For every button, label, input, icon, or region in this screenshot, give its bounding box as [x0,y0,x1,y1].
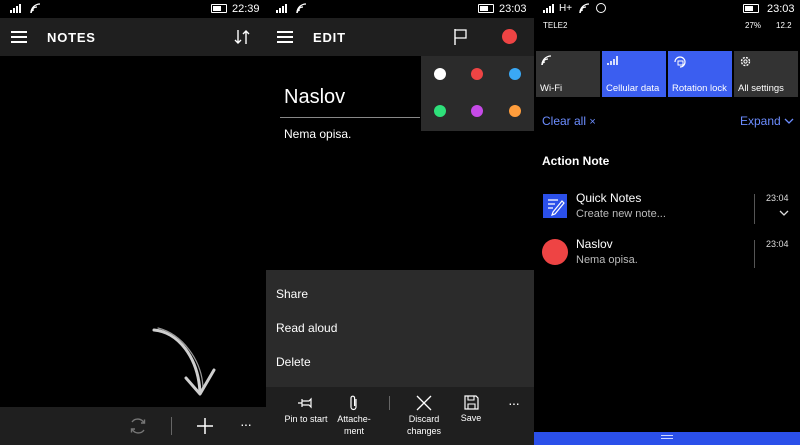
tile-all-settings[interactable]: All settings [734,51,798,97]
hamburger-icon[interactable] [11,31,27,43]
tile-label: Rotation lock [672,83,727,94]
wifi-icon [296,3,307,14]
pin-to-start-label: Pin to start [284,414,328,424]
action-center: H+ 23:03 TELE2 27% 12.2 Wi-Fi Cellular d… [534,0,800,445]
status-bar: H+ 23:03 TELE2 27% 12.2 [534,0,800,36]
gear-icon [740,56,751,67]
color-swatch-red[interactable] [471,68,483,80]
color-swatch-purple[interactable] [471,105,483,117]
app-bar: ··· [0,407,266,445]
edit-screen: 23:03 EDIT Naslov Nema opisa. Share Read… [266,0,534,445]
close-icon: × [589,116,596,128]
command-bar: Pin to start Attache- ment Discard chang… [266,387,534,445]
note-body[interactable]: Nema opisa. [284,127,351,141]
color-swatch-orange[interactable] [509,105,521,117]
status-time: 23:03 [767,3,795,15]
cellular-icon [607,56,618,65]
battery-icon [743,4,759,13]
menu-item-delete[interactable]: Delete [276,355,311,369]
paperclip-icon [350,395,357,411]
close-icon [416,395,432,411]
color-swatch-white[interactable] [434,68,446,80]
tile-cellular-data[interactable]: Cellular data [602,51,666,97]
rotation-lock-icon [674,56,686,68]
divider [754,194,755,224]
menu-item-read-aloud[interactable]: Read aloud [276,321,337,335]
tile-wifi[interactable]: Wi-Fi [536,51,600,97]
pin-to-start-button[interactable]: Pin to start [280,395,332,425]
page-title: EDIT [313,30,346,45]
chevron-down-icon[interactable] [779,210,789,217]
tile-label: All settings [738,83,784,94]
ellipsis-icon[interactable]: ··· [240,416,252,432]
status-bar: 22:39 [0,0,266,18]
status-bar: 23:03 [266,0,534,18]
tile-label: Wi-Fi [540,83,563,94]
quick-notes-icon [543,194,567,218]
sync-icon[interactable] [128,416,148,436]
network-type: H+ [559,3,573,14]
divider [389,396,390,410]
chevron-down-icon [784,118,794,124]
note-title[interactable]: Naslov [284,86,345,109]
expand-button[interactable]: Expand [740,114,794,128]
clear-all-label: Clear all [542,114,587,128]
curved-arrow-icon [152,327,216,396]
attachment-label: Attache- ment [337,414,371,436]
flag-icon[interactable] [453,28,469,46]
color-swatch-green[interactable] [434,105,446,117]
signal-icon [10,4,21,13]
menu-item-share[interactable]: Share [276,287,308,301]
discard-changes-button[interactable]: Discard changes [400,395,448,437]
notification-subtitle: Nema opisa. [576,254,638,266]
divider [754,240,755,268]
divider [171,417,172,435]
location-icon [596,3,606,13]
grip-icon [661,435,673,436]
battery-icon [478,4,494,13]
notification-title: Quick Notes [576,191,642,205]
expand-label: Expand [740,114,781,128]
save-button[interactable]: Save [452,395,490,424]
signal-icon [276,4,287,13]
tile-rotation-lock[interactable]: Rotation lock [668,51,732,97]
title-underline [280,117,420,118]
notification-time: 23:04 [766,193,789,203]
title-bar: NOTES [0,18,266,56]
action-center-handle[interactable] [534,432,800,445]
notification-time: 23:04 [766,239,789,249]
clear-all-button[interactable]: Clear all × [542,114,596,128]
save-icon [463,395,479,410]
ellipsis-icon[interactable]: ··· [508,395,520,411]
carrier-name: TELE2 [543,21,568,30]
hamburger-icon[interactable] [277,31,293,43]
red-dot-icon [542,239,568,265]
plus-icon[interactable] [195,416,215,436]
sort-icon[interactable] [233,28,251,46]
title-bar: EDIT [266,18,534,56]
attachment-button[interactable]: Attache- ment [332,395,376,437]
save-label: Save [460,413,482,423]
notification-group-title: Action Note [542,154,610,168]
wifi-icon [541,55,552,66]
status-date: 12.2 [776,21,792,30]
notification-subtitle: Create new note... [576,208,666,220]
battery-percent: 27% [745,21,762,30]
discard-changes-label: Discard changes [406,414,442,436]
status-time: 23:03 [499,3,527,15]
battery-icon [211,4,227,13]
signal-icon [543,4,554,13]
wifi-icon [579,3,590,14]
wifi-icon [30,3,41,14]
color-palette [421,56,534,131]
context-menu: Share Read aloud Delete [266,270,534,387]
color-picker-button[interactable] [502,29,517,44]
color-swatch-blue[interactable] [509,68,521,80]
tile-label: Cellular data [606,83,660,94]
status-time: 22:39 [232,3,260,15]
page-title: NOTES [47,30,96,45]
notification-title: Naslov [576,237,613,251]
pin-icon [298,397,312,409]
notes-screen: 22:39 NOTES ··· [0,0,266,445]
